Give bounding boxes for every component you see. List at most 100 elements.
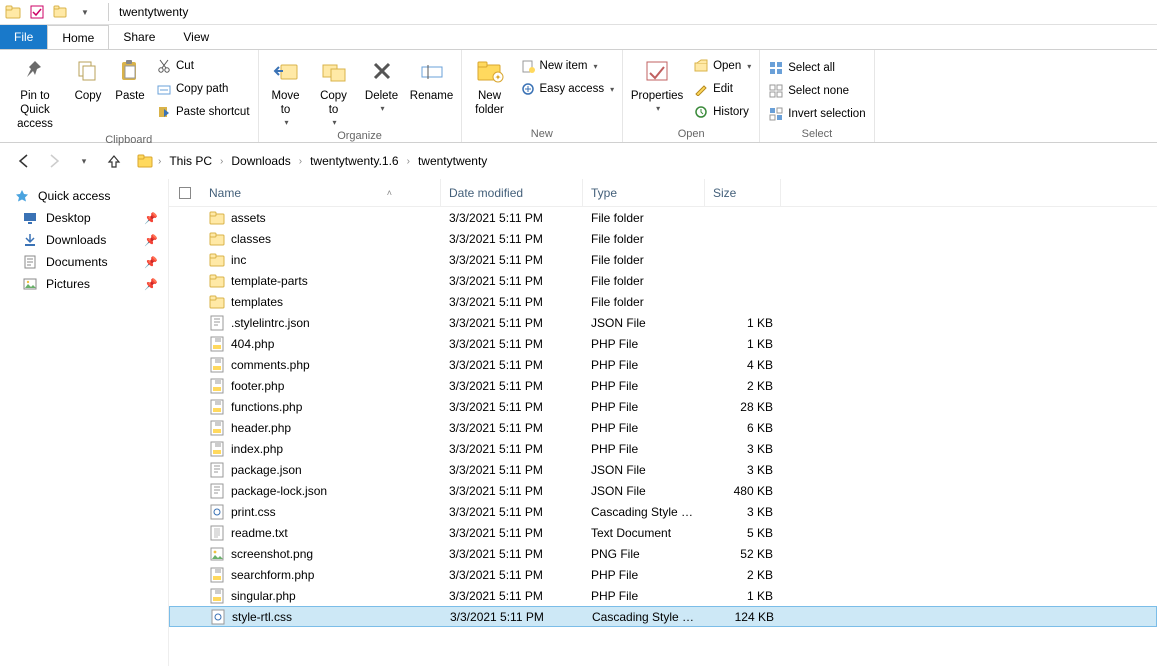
sidebar-desktop[interactable]: Desktop 📌 (0, 207, 168, 229)
pin-icon: 📌 (144, 256, 158, 269)
file-row[interactable]: index.php3/3/2021 5:11 PMPHP File3 KB (169, 438, 1157, 459)
sidebar-pictures[interactable]: Pictures 📌 (0, 273, 168, 295)
sidebar-quick-access[interactable]: Quick access (0, 185, 168, 207)
back-button[interactable] (12, 149, 36, 173)
file-type: JSON File (583, 484, 705, 498)
file-type: PHP File (583, 568, 705, 582)
select-none-button[interactable]: Select none (764, 80, 869, 102)
properties-button[interactable]: Properties▾ (627, 53, 687, 115)
file-row[interactable]: header.php3/3/2021 5:11 PMPHP File6 KB (169, 417, 1157, 438)
file-row[interactable]: readme.txt3/3/2021 5:11 PMText Document5… (169, 522, 1157, 543)
file-name: readme.txt (231, 526, 288, 540)
chevron-right-icon[interactable]: › (405, 156, 412, 167)
file-row[interactable]: footer.php3/3/2021 5:11 PMPHP File2 KB (169, 375, 1157, 396)
easy-access-button[interactable]: Easy access▾ (516, 78, 619, 100)
ribbon-group-select: Select all Select none Invert selection … (760, 50, 874, 142)
file-row[interactable]: comments.php3/3/2021 5:11 PMPHP File4 KB (169, 354, 1157, 375)
file-row[interactable]: 404.php3/3/2021 5:11 PMPHP File1 KB (169, 333, 1157, 354)
file-pane: Name˄ Date modified Type Size assets3/3/… (168, 179, 1157, 666)
new-folder-button[interactable]: ✦ New folder (466, 53, 514, 120)
file-row[interactable]: screenshot.png3/3/2021 5:11 PMPNG File52… (169, 543, 1157, 564)
file-row[interactable]: package-lock.json3/3/2021 5:11 PMJSON Fi… (169, 480, 1157, 501)
file-row[interactable]: style-rtl.css3/3/2021 5:11 PMCascading S… (169, 606, 1157, 627)
file-icon (209, 567, 225, 583)
open-button[interactable]: Open▾ (689, 55, 755, 77)
pictures-icon (22, 276, 38, 292)
select-all-checkbox[interactable] (169, 187, 201, 199)
qat-properties-button[interactable] (26, 1, 48, 23)
window-title: twentytwenty (115, 5, 188, 19)
file-type: PHP File (583, 442, 705, 456)
cut-icon (156, 58, 172, 74)
new-item-button[interactable]: New item▾ (516, 55, 619, 77)
paste-button[interactable]: Paste (110, 53, 150, 106)
move-to-button[interactable]: Move to▾ (263, 53, 309, 129)
tab-file[interactable]: File (0, 25, 47, 49)
file-row[interactable]: functions.php3/3/2021 5:11 PMPHP File28 … (169, 396, 1157, 417)
tab-home[interactable]: Home (47, 25, 109, 49)
file-row[interactable]: .stylelintrc.json3/3/2021 5:11 PMJSON Fi… (169, 312, 1157, 333)
pin-to-quick-access-button[interactable]: Pin to Quick access (4, 53, 66, 133)
tab-share[interactable]: Share (109, 25, 169, 49)
breadcrumb-segment[interactable]: This PC (165, 154, 216, 168)
recent-locations-button[interactable]: ▾ (72, 149, 96, 173)
file-row[interactable]: templates3/3/2021 5:11 PMFile folder (169, 291, 1157, 312)
copy-to-button[interactable]: Copy to▾ (311, 53, 357, 129)
column-header-date[interactable]: Date modified (441, 179, 583, 206)
ribbon-group-label-open: Open (627, 127, 755, 142)
file-row[interactable]: template-parts3/3/2021 5:11 PMFile folde… (169, 270, 1157, 291)
file-row[interactable]: inc3/3/2021 5:11 PMFile folder (169, 249, 1157, 270)
file-row[interactable]: package.json3/3/2021 5:11 PMJSON File3 K… (169, 459, 1157, 480)
sidebar-documents[interactable]: Documents 📌 (0, 251, 168, 273)
file-row[interactable]: assets3/3/2021 5:11 PMFile folder (169, 207, 1157, 228)
breadcrumb-segment[interactable]: twentytwenty.1.6 (306, 154, 403, 168)
cut-button[interactable]: Cut (152, 55, 254, 77)
copy-path-button[interactable]: Copy path (152, 78, 254, 100)
edit-button[interactable]: Edit (689, 78, 755, 100)
column-header-type[interactable]: Type (583, 179, 705, 206)
qat-new-folder-button[interactable] (50, 1, 72, 23)
copy-icon (72, 55, 104, 87)
file-icon (209, 483, 225, 499)
file-date: 3/3/2021 5:11 PM (441, 211, 583, 225)
qat-customize-button[interactable]: ▼ (74, 1, 96, 23)
invert-selection-button[interactable]: Invert selection (764, 103, 869, 125)
file-icon (209, 357, 225, 373)
ribbon-tabs: File Home Share View (0, 25, 1157, 49)
select-all-button[interactable]: Select all (764, 57, 869, 79)
file-type: PHP File (583, 337, 705, 351)
sidebar-downloads[interactable]: Downloads 📌 (0, 229, 168, 251)
up-button[interactable] (102, 149, 126, 173)
file-name: template-parts (231, 274, 308, 288)
file-name: package.json (231, 463, 302, 477)
copy-button[interactable]: Copy (68, 53, 108, 106)
file-icon (210, 609, 226, 625)
history-button[interactable]: History (689, 101, 755, 123)
file-row[interactable]: classes3/3/2021 5:11 PMFile folder (169, 228, 1157, 249)
file-row[interactable]: singular.php3/3/2021 5:11 PMPHP File1 KB (169, 585, 1157, 606)
ribbon-group-clipboard: Pin to Quick access Copy Paste (0, 50, 259, 142)
file-list[interactable]: assets3/3/2021 5:11 PMFile folderclasses… (169, 207, 1157, 627)
chevron-right-icon[interactable]: › (156, 156, 163, 167)
forward-button[interactable] (42, 149, 66, 173)
file-size: 124 KB (706, 610, 782, 624)
file-date: 3/3/2021 5:11 PM (441, 316, 583, 330)
copy-path-icon (156, 81, 172, 97)
breadcrumb[interactable]: › This PC › Downloads › twentytwenty.1.6… (132, 149, 1145, 173)
column-header-name[interactable]: Name˄ (201, 179, 441, 206)
column-header-size[interactable]: Size (705, 179, 781, 206)
chevron-right-icon[interactable]: › (297, 156, 304, 167)
file-type: PHP File (583, 358, 705, 372)
file-row[interactable]: print.css3/3/2021 5:11 PMCascading Style… (169, 501, 1157, 522)
breadcrumb-segment[interactable]: twentytwenty (414, 154, 491, 168)
file-row[interactable]: searchform.php3/3/2021 5:11 PMPHP File2 … (169, 564, 1157, 585)
file-date: 3/3/2021 5:11 PM (441, 253, 583, 267)
tab-view[interactable]: View (169, 25, 223, 49)
file-date: 3/3/2021 5:11 PM (441, 337, 583, 351)
delete-button[interactable]: Delete▾ (359, 53, 405, 115)
breadcrumb-segment[interactable]: Downloads (227, 154, 294, 168)
paste-shortcut-button[interactable]: Paste shortcut (152, 101, 254, 123)
chevron-right-icon[interactable]: › (218, 156, 225, 167)
rename-button[interactable]: Rename (407, 53, 457, 106)
file-name: 404.php (231, 337, 274, 351)
